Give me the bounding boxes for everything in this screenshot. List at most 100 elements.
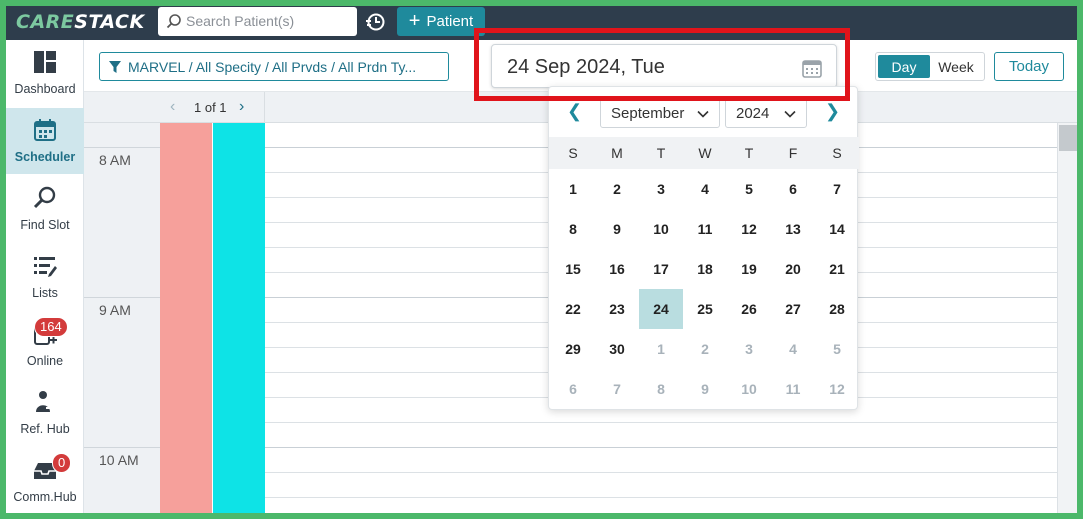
sidebar-item-online[interactable]: 164 Online [6, 312, 84, 378]
calendar-day-next-month[interactable]: 12 [815, 369, 859, 409]
calendar-day-next-month[interactable]: 1 [639, 329, 683, 369]
slot-line [265, 422, 1058, 423]
view-week-button[interactable]: Week [930, 55, 982, 78]
today-button[interactable]: Today [994, 52, 1064, 81]
weekday-header: SMTWTFS [549, 137, 859, 169]
calendar-day[interactable]: 7 [815, 169, 859, 209]
calendar-day[interactable]: 16 [595, 249, 639, 289]
calendar-day[interactable]: 21 [815, 249, 859, 289]
provider-column-1[interactable] [160, 123, 212, 513]
add-patient-label: Patient [426, 13, 474, 30]
quick-action-icon[interactable] [366, 12, 386, 32]
calendar-day[interactable]: 4 [683, 169, 727, 209]
time-divider [84, 147, 160, 148]
chevron-down-icon [784, 110, 796, 118]
calendar-day[interactable]: 1 [551, 169, 595, 209]
calendar-day-next-month[interactable]: 11 [771, 369, 815, 409]
calendar-day[interactable]: 11 [683, 209, 727, 249]
search-input[interactable] [186, 11, 351, 31]
calendar-day[interactable]: 28 [815, 289, 859, 329]
sidebar-item-find-slot[interactable]: Find Slot [6, 176, 84, 242]
calendar-day[interactable]: 17 [639, 249, 683, 289]
calendar-day-next-month[interactable]: 8 [639, 369, 683, 409]
sidebar-item-dashboard[interactable]: Dashboard [6, 40, 84, 106]
date-value: 24 Sep 2024, Tue [507, 56, 665, 78]
calendar-day[interactable]: 25 [683, 289, 727, 329]
scrollbar-thumb[interactable] [1059, 125, 1077, 151]
calendar-day[interactable]: 18 [683, 249, 727, 289]
year-select[interactable]: 2024 [725, 98, 807, 128]
calendar-header: ❮ September 2024 ❯ [549, 87, 859, 137]
view-day-button[interactable]: Day [878, 55, 930, 78]
logo-suffix: STACK [74, 11, 145, 33]
date-picker-input[interactable]: 24 Sep 2024, Tue [491, 44, 837, 88]
month-select[interactable]: September [600, 98, 720, 128]
carestack-logo[interactable]: CARESTACK [16, 11, 145, 33]
calendar-day[interactable]: 13 [771, 209, 815, 249]
calendar-day[interactable]: 2 [595, 169, 639, 209]
calendar-day[interactable]: 9 [595, 209, 639, 249]
calendar-day[interactable]: 10 [639, 209, 683, 249]
calendar-day-next-month[interactable]: 4 [771, 329, 815, 369]
slot-line [265, 472, 1058, 473]
pager-next-icon[interactable]: › [239, 98, 244, 116]
calendar-day[interactable]: 29 [551, 329, 595, 369]
calendar-day[interactable]: 12 [727, 209, 771, 249]
grid-scrollbar[interactable] [1057, 123, 1077, 513]
calendar-day[interactable]: 3 [639, 169, 683, 209]
online-count-badge: 164 [34, 317, 68, 337]
time-label-10am: 10 AM [99, 452, 139, 468]
sidebar-item-comm-hub[interactable]: 0 Comm.Hub [6, 448, 84, 513]
sidebar-item-ref-hub[interactable]: Ref. Hub [6, 380, 84, 446]
pager-prev-icon[interactable]: ‹ [170, 98, 175, 116]
weekday-label: F [788, 145, 798, 161]
calendar-icon[interactable] [802, 58, 822, 78]
calendar-day[interactable]: 20 [771, 249, 815, 289]
calendar-day[interactable]: 26 [727, 289, 771, 329]
search-icon [33, 186, 56, 209]
sidebar-item-lists[interactable]: Lists [6, 244, 84, 310]
calendar-day-next-month[interactable]: 7 [595, 369, 639, 409]
weekday-label: S [568, 145, 578, 161]
prev-month-icon[interactable]: ❮ [567, 101, 582, 122]
list-icon [34, 257, 57, 277]
search-icon [166, 14, 181, 29]
weekday-label: S [832, 145, 842, 161]
calendar-day[interactable]: 8 [551, 209, 595, 249]
sidebar-item-label: Online [26, 354, 64, 368]
calendar-day-next-month[interactable]: 9 [683, 369, 727, 409]
calendar-day-next-month[interactable]: 6 [551, 369, 595, 409]
calendar-day-next-month[interactable]: 5 [815, 329, 859, 369]
filter-button[interactable]: MARVEL / All Specity / All Prvds / All P… [99, 52, 449, 81]
sidebar: Dashboard Scheduler Find Slot Lists 164 … [6, 40, 84, 513]
pager-label: 1 of 1 [194, 100, 227, 115]
time-divider [84, 297, 160, 298]
calendar-day[interactable]: 15 [551, 249, 595, 289]
calendar-day[interactable]: 27 [771, 289, 815, 329]
calendar-day[interactable]: 14 [815, 209, 859, 249]
time-label-9am: 9 AM [99, 302, 131, 318]
calendar-day[interactable]: 5 [727, 169, 771, 209]
calendar-day-next-month[interactable]: 2 [683, 329, 727, 369]
calendar-day-selected[interactable]: 24 [639, 289, 683, 329]
time-label-8am: 8 AM [99, 152, 131, 168]
filter-label: MARVEL / All Specity / All Prvds / All P… [128, 58, 417, 75]
calendar-day[interactable]: 23 [595, 289, 639, 329]
sidebar-item-label: Find Slot [20, 218, 70, 232]
next-month-icon[interactable]: ❯ [825, 101, 840, 122]
pager-divider [264, 92, 265, 123]
add-patient-button[interactable]: + Patient [397, 7, 485, 36]
calendar-day[interactable]: 30 [595, 329, 639, 369]
calendar-day[interactable]: 22 [551, 289, 595, 329]
month-value: September [611, 104, 685, 122]
calendar-day[interactable]: 6 [771, 169, 815, 209]
provider-column-2[interactable] [213, 123, 265, 513]
sidebar-item-scheduler[interactable]: Scheduler [6, 108, 84, 174]
calendar-day-next-month[interactable]: 3 [727, 329, 771, 369]
calendar-day-next-month[interactable]: 10 [727, 369, 771, 409]
calendar-icon [34, 119, 56, 141]
patient-search[interactable] [158, 7, 357, 36]
chevron-down-icon [697, 110, 709, 118]
calendar-day[interactable]: 19 [727, 249, 771, 289]
comm-hub-count-badge: 0 [52, 453, 72, 473]
